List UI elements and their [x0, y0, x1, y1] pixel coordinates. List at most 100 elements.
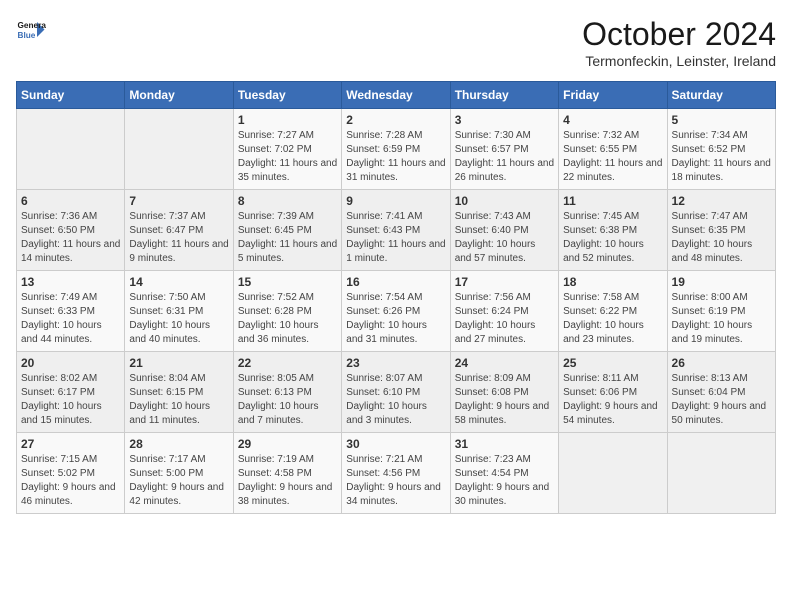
calendar-cell: 2 Sunrise: 7:28 AM Sunset: 6:59 PM Daylig…: [342, 109, 450, 190]
calendar-cell: 8 Sunrise: 7:39 AM Sunset: 6:45 PM Daylig…: [233, 190, 341, 271]
day-number: 30: [346, 437, 445, 451]
calendar-cell: [17, 109, 125, 190]
day-number: 26: [672, 356, 771, 370]
calendar-cell: 26 Sunrise: 8:13 AM Sunset: 6:04 PM Dayli…: [667, 352, 775, 433]
calendar-week-row: 6 Sunrise: 7:36 AM Sunset: 6:50 PM Daylig…: [17, 190, 776, 271]
day-info: Sunrise: 7:23 AM Sunset: 4:54 PM Dayligh…: [455, 453, 554, 509]
day-info: Sunrise: 7:54 AM Sunset: 6:26 PM Dayligh…: [346, 291, 445, 347]
day-number: 19: [672, 275, 771, 289]
calendar-cell: 4 Sunrise: 7:32 AM Sunset: 6:55 PM Daylig…: [559, 109, 667, 190]
day-number: 6: [21, 194, 120, 208]
day-number: 4: [563, 113, 662, 127]
weekday-header-cell: Friday: [559, 82, 667, 109]
calendar-cell: 13 Sunrise: 7:49 AM Sunset: 6:33 PM Dayli…: [17, 271, 125, 352]
day-info: Sunrise: 8:13 AM Sunset: 6:04 PM Dayligh…: [672, 372, 771, 428]
weekday-header-cell: Wednesday: [342, 82, 450, 109]
day-info: Sunrise: 7:52 AM Sunset: 6:28 PM Dayligh…: [238, 291, 337, 347]
day-info: Sunrise: 8:09 AM Sunset: 6:08 PM Dayligh…: [455, 372, 554, 428]
calendar-cell: 7Sunrise: 7:37 AM Sunset: 6:47 PM Daylig…: [125, 190, 233, 271]
day-number: 11: [563, 194, 662, 208]
weekday-header-cell: Tuesday: [233, 82, 341, 109]
weekday-header-cell: Monday: [125, 82, 233, 109]
subtitle: Termonfeckin, Leinster, Ireland: [582, 53, 776, 69]
weekday-header-cell: Sunday: [17, 82, 125, 109]
day-number: 27: [21, 437, 120, 451]
calendar-cell: 30Sunrise: 7:21 AM Sunset: 4:56 PM Dayli…: [342, 433, 450, 514]
day-number: 22: [238, 356, 337, 370]
header: General Blue October 2024 Termonfeckin, …: [16, 16, 776, 69]
day-info: Sunrise: 8:04 AM Sunset: 6:15 PM Dayligh…: [129, 372, 228, 428]
calendar-cell: 22 Sunrise: 8:05 AM Sunset: 6:13 PM Dayli…: [233, 352, 341, 433]
logo: General Blue: [16, 16, 46, 46]
calendar-cell: [667, 433, 775, 514]
calendar-week-row: 20 Sunrise: 8:02 AM Sunset: 6:17 PM Dayli…: [17, 352, 776, 433]
day-number: 12: [672, 194, 771, 208]
day-number: 17: [455, 275, 554, 289]
calendar-cell: 19 Sunrise: 8:00 AM Sunset: 6:19 PM Dayli…: [667, 271, 775, 352]
day-number: 31: [455, 437, 554, 451]
day-number: 9: [346, 194, 445, 208]
calendar-cell: 6 Sunrise: 7:36 AM Sunset: 6:50 PM Daylig…: [17, 190, 125, 271]
day-info: Sunrise: 7:45 AM Sunset: 6:38 PM Dayligh…: [563, 210, 662, 266]
calendar-cell: 28Sunrise: 7:17 AM Sunset: 5:00 PM Dayli…: [125, 433, 233, 514]
day-info: Sunrise: 8:11 AM Sunset: 6:06 PM Dayligh…: [563, 372, 662, 428]
calendar-cell: 24 Sunrise: 8:09 AM Sunset: 6:08 PM Dayli…: [450, 352, 558, 433]
day-number: 24: [455, 356, 554, 370]
weekday-header-cell: Saturday: [667, 82, 775, 109]
calendar-body: 1Sunrise: 7:27 AM Sunset: 7:02 PM Daylig…: [17, 109, 776, 514]
day-info: Sunrise: 7:41 AM Sunset: 6:43 PM Dayligh…: [346, 210, 445, 266]
day-info: Sunrise: 8:00 AM Sunset: 6:19 PM Dayligh…: [672, 291, 771, 347]
calendar-cell: 12 Sunrise: 7:47 AM Sunset: 6:35 PM Dayli…: [667, 190, 775, 271]
calendar-cell: [125, 109, 233, 190]
day-info: Sunrise: 7:58 AM Sunset: 6:22 PM Dayligh…: [563, 291, 662, 347]
day-info: Sunrise: 7:34 AM Sunset: 6:52 PM Dayligh…: [672, 129, 771, 185]
calendar-cell: [559, 433, 667, 514]
day-info: Sunrise: 8:07 AM Sunset: 6:10 PM Dayligh…: [346, 372, 445, 428]
day-info: Sunrise: 7:47 AM Sunset: 6:35 PM Dayligh…: [672, 210, 771, 266]
calendar-cell: 10Sunrise: 7:43 AM Sunset: 6:40 PM Dayli…: [450, 190, 558, 271]
day-info: Sunrise: 7:49 AM Sunset: 6:33 PM Dayligh…: [21, 291, 120, 347]
day-number: 21: [129, 356, 228, 370]
calendar-cell: 1Sunrise: 7:27 AM Sunset: 7:02 PM Daylig…: [233, 109, 341, 190]
calendar-cell: 15Sunrise: 7:52 AM Sunset: 6:28 PM Dayli…: [233, 271, 341, 352]
calendar-cell: 21 Sunrise: 8:04 AM Sunset: 6:15 PM Dayli…: [125, 352, 233, 433]
calendar-table: SundayMondayTuesdayWednesdayThursdayFrid…: [16, 81, 776, 514]
day-number: 16: [346, 275, 445, 289]
logo-icon: General Blue: [16, 16, 46, 46]
day-number: 23: [346, 356, 445, 370]
day-info: Sunrise: 7:15 AM Sunset: 5:02 PM Dayligh…: [21, 453, 120, 509]
day-number: 2: [346, 113, 445, 127]
calendar-cell: 23 Sunrise: 8:07 AM Sunset: 6:10 PM Dayli…: [342, 352, 450, 433]
weekday-header-row: SundayMondayTuesdayWednesdayThursdayFrid…: [17, 82, 776, 109]
calendar-cell: 18 Sunrise: 7:58 AM Sunset: 6:22 PM Dayli…: [559, 271, 667, 352]
day-info: Sunrise: 7:27 AM Sunset: 7:02 PM Dayligh…: [238, 129, 337, 185]
calendar-cell: 11 Sunrise: 7:45 AM Sunset: 6:38 PM Dayli…: [559, 190, 667, 271]
day-info: Sunrise: 7:39 AM Sunset: 6:45 PM Dayligh…: [238, 210, 337, 266]
day-number: 25: [563, 356, 662, 370]
month-title: October 2024: [582, 16, 776, 53]
calendar-cell: 16 Sunrise: 7:54 AM Sunset: 6:26 PM Dayli…: [342, 271, 450, 352]
day-number: 8: [238, 194, 337, 208]
calendar-week-row: 13 Sunrise: 7:49 AM Sunset: 6:33 PM Dayli…: [17, 271, 776, 352]
day-number: 7: [129, 194, 228, 208]
day-number: 18: [563, 275, 662, 289]
day-number: 13: [21, 275, 120, 289]
svg-text:Blue: Blue: [18, 31, 36, 40]
svg-text:General: General: [18, 21, 47, 30]
day-info: Sunrise: 8:05 AM Sunset: 6:13 PM Dayligh…: [238, 372, 337, 428]
day-info: Sunrise: 7:17 AM Sunset: 5:00 PM Dayligh…: [129, 453, 228, 509]
day-info: Sunrise: 7:32 AM Sunset: 6:55 PM Dayligh…: [563, 129, 662, 185]
calendar-cell: 20 Sunrise: 8:02 AM Sunset: 6:17 PM Dayli…: [17, 352, 125, 433]
day-info: Sunrise: 7:56 AM Sunset: 6:24 PM Dayligh…: [455, 291, 554, 347]
calendar-cell: 27 Sunrise: 7:15 AM Sunset: 5:02 PM Dayli…: [17, 433, 125, 514]
calendar-cell: 25 Sunrise: 8:11 AM Sunset: 6:06 PM Dayli…: [559, 352, 667, 433]
calendar-cell: 29Sunrise: 7:19 AM Sunset: 4:58 PM Dayli…: [233, 433, 341, 514]
day-info: Sunrise: 7:36 AM Sunset: 6:50 PM Dayligh…: [21, 210, 120, 266]
day-number: 29: [238, 437, 337, 451]
day-number: 20: [21, 356, 120, 370]
day-info: Sunrise: 7:43 AM Sunset: 6:40 PM Dayligh…: [455, 210, 554, 266]
day-info: Sunrise: 8:02 AM Sunset: 6:17 PM Dayligh…: [21, 372, 120, 428]
day-info: Sunrise: 7:50 AM Sunset: 6:31 PM Dayligh…: [129, 291, 228, 347]
day-info: Sunrise: 7:28 AM Sunset: 6:59 PM Dayligh…: [346, 129, 445, 185]
calendar-cell: 3Sunrise: 7:30 AM Sunset: 6:57 PM Daylig…: [450, 109, 558, 190]
